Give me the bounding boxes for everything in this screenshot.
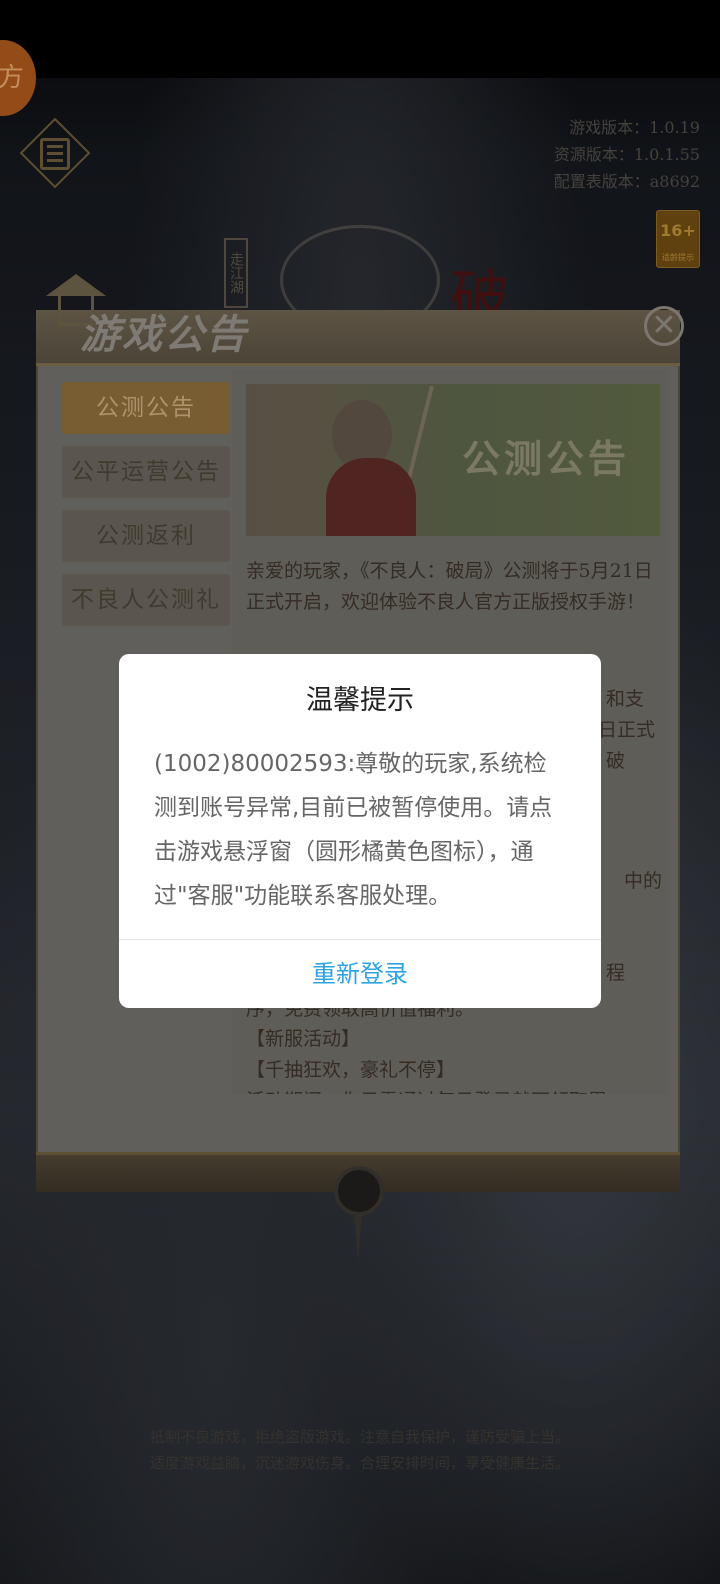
dialog-message: (1002)80002593:尊敬的玩家,系统检测到账号异常,目前已被暂停使用。… — [154, 751, 553, 909]
dialog-title: 温馨提示 — [306, 685, 414, 716]
warning-dialog: 温馨提示 (1002)80002593:尊敬的玩家,系统检测到账号异常,目前已被… — [119, 654, 601, 1008]
relogin-button[interactable]: 重新登录 — [119, 940, 601, 1008]
